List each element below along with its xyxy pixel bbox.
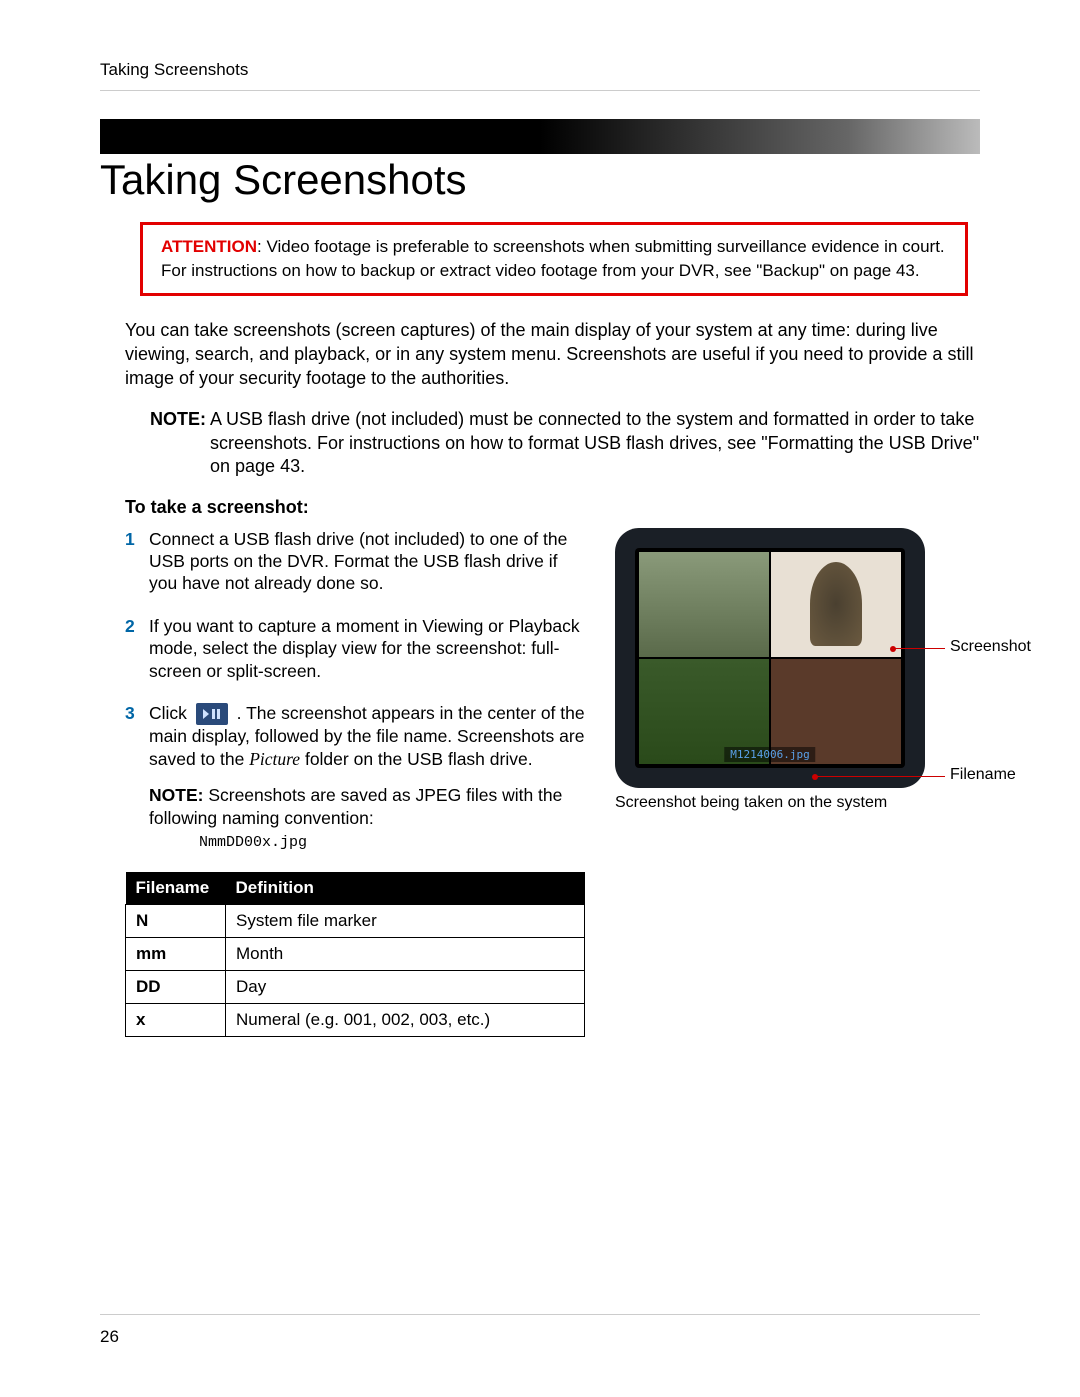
table-row: mmMonth <box>126 938 585 971</box>
step3-pre: Click <box>149 703 192 723</box>
subheading-take-screenshot: To take a screenshot: <box>125 497 980 518</box>
steps-column: 1 Connect a USB flash drive (not include… <box>125 528 585 1037</box>
attention-label: ATTENTION <box>161 237 257 256</box>
play-pause-icon <box>196 703 228 725</box>
th-definition: Definition <box>226 872 585 905</box>
step-3: 3 Click . The screenshot appears in the … <box>125 702 585 852</box>
step-body: Connect a USB flash drive (not included)… <box>149 528 585 595</box>
page-title: Taking Screenshots <box>100 156 980 204</box>
step-number: 2 <box>125 615 139 682</box>
step-body: Click . The screenshot appears in the ce… <box>149 702 585 852</box>
running-header: Taking Screenshots <box>100 60 980 80</box>
label-filename: Filename <box>950 766 1016 784</box>
attention-box: ATTENTION: Video footage is preferable t… <box>140 222 968 296</box>
step3-post2: folder on the USB flash drive. <box>305 749 533 769</box>
th-filename: Filename <box>126 872 226 905</box>
device-screen: M1214006.jpg <box>635 548 905 768</box>
header-rule <box>100 90 980 91</box>
page-number: 26 <box>100 1327 980 1347</box>
page-footer: 26 <box>100 1314 980 1347</box>
title-gradient-bar <box>100 119 980 154</box>
figure-column: M1214006.jpg Screenshot Filename Screens… <box>615 528 1055 1037</box>
leader-dot <box>890 646 896 652</box>
leader-line <box>893 648 945 649</box>
leader-line <box>815 776 945 777</box>
step-2: 2 If you want to capture a moment in Vie… <box>125 615 585 682</box>
step3-inner-note: NOTE: Screenshots are saved as JPEG file… <box>149 784 585 852</box>
filename-overlay: M1214006.jpg <box>724 747 815 762</box>
step3-italic-picture: Picture <box>249 749 300 769</box>
inner-note-text: Screenshots are saved as JPEG files with… <box>149 785 562 827</box>
footer-rule <box>100 1314 980 1315</box>
filename-definition-table: Filename Definition NSystem file marker … <box>125 872 585 1037</box>
step-number: 1 <box>125 528 139 595</box>
table-row: NSystem file marker <box>126 905 585 938</box>
figure-caption: Screenshot being taken on the system <box>615 794 1055 812</box>
label-screenshot: Screenshot <box>950 638 1031 656</box>
device-figure: M1214006.jpg Screenshot Filename Screens… <box>615 528 1055 812</box>
note-block-usb: NOTE: A USB flash drive (not included) m… <box>150 408 980 478</box>
intro-paragraph: You can take screenshots (screen capture… <box>125 318 980 391</box>
note-label: NOTE: <box>150 409 206 429</box>
table-row: DDDay <box>126 971 585 1004</box>
step-1: 1 Connect a USB flash drive (not include… <box>125 528 585 595</box>
attention-text: : Video footage is preferable to screens… <box>161 237 945 280</box>
leader-dot <box>812 774 818 780</box>
device-frame: M1214006.jpg <box>615 528 925 788</box>
quad-top-left <box>639 552 769 657</box>
filename-convention-mono: NmmDD00x.jpg <box>199 834 307 851</box>
note-text: A USB flash drive (not included) must be… <box>210 409 979 476</box>
step-body: If you want to capture a moment in Viewi… <box>149 615 585 682</box>
step-number: 3 <box>125 702 139 852</box>
table-row: xNumeral (e.g. 001, 002, 003, etc.) <box>126 1004 585 1037</box>
quad-top-right <box>771 552 901 657</box>
inner-note-label: NOTE: <box>149 785 203 805</box>
